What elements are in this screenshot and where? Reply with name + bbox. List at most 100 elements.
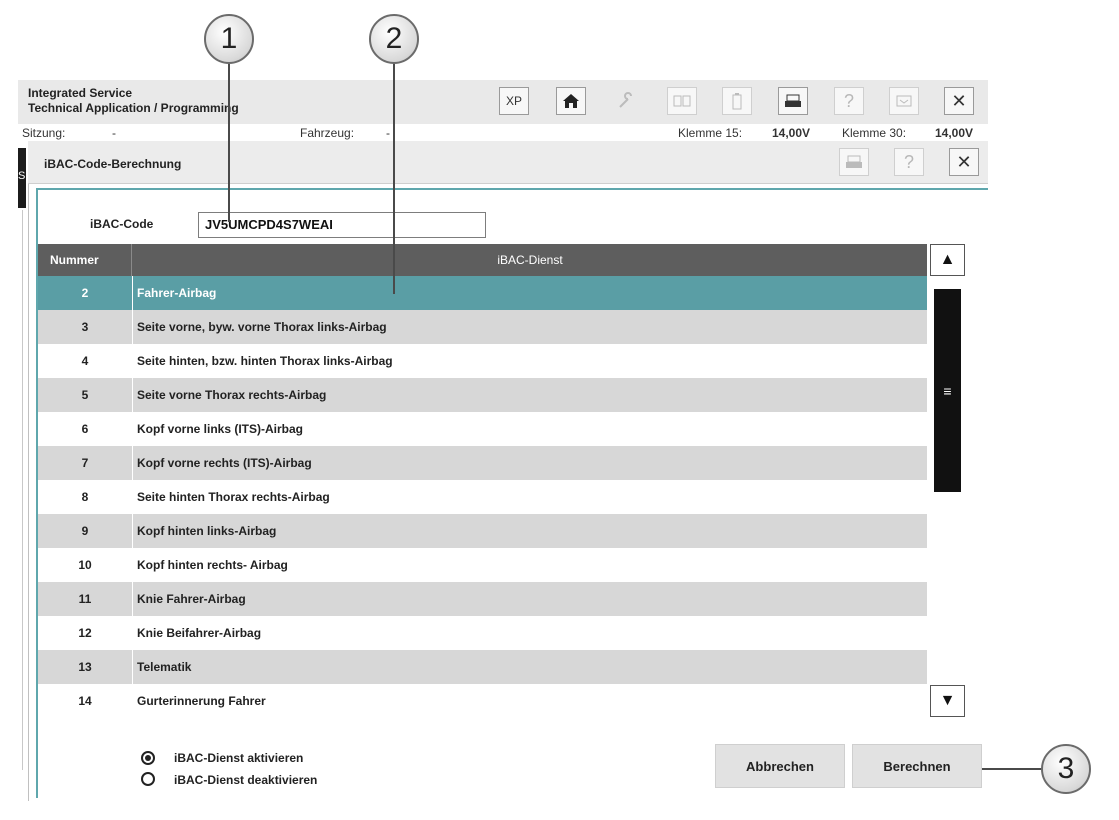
session-label: Sitzung: xyxy=(22,126,66,140)
row-service: Telematik xyxy=(137,660,192,674)
row-number: 14 xyxy=(38,684,133,718)
code-button[interactable] xyxy=(667,87,697,115)
table-row[interactable]: 8 Seite hinten Thorax rechts-Airbag xyxy=(38,480,927,514)
row-service: Seite hinten Thorax rechts-Airbag xyxy=(137,490,330,504)
dialog-help-button[interactable]: ? xyxy=(894,148,924,176)
table-row[interactable]: 12 Knie Beifahrer-Airbag xyxy=(38,616,927,650)
activate-radio-label[interactable]: iBAC-Dienst aktivieren xyxy=(174,751,303,765)
left-divider xyxy=(22,210,23,770)
column-header-number[interactable]: Nummer xyxy=(38,244,132,276)
ibac-service-table: Nummer iBAC-Dienst 2 Fahrer-Airbag 3 Sei… xyxy=(38,244,927,718)
session-value: - xyxy=(112,126,116,140)
row-number: 12 xyxy=(38,616,133,650)
grid-icon xyxy=(673,95,691,107)
printer-icon xyxy=(846,155,862,168)
close-icon: ✕ xyxy=(951,90,967,111)
scrollbar-thumb[interactable]: ≡ xyxy=(934,289,961,492)
table-row[interactable]: 9 Kopf hinten links-Airbag xyxy=(38,514,927,548)
help-button[interactable]: ? xyxy=(834,87,864,115)
app-title-line1: Integrated Service xyxy=(28,86,133,100)
row-service: Seite vorne Thorax rechts-Airbag xyxy=(137,388,327,402)
k15-value: 14,00V xyxy=(772,126,811,140)
table-row[interactable]: 2 Fahrer-Airbag xyxy=(38,276,927,310)
row-service: Gurterinnerung Fahrer xyxy=(137,694,266,708)
callout-2-leader xyxy=(393,62,395,294)
table-row[interactable]: 13 Telematik xyxy=(38,650,927,684)
wrench-button[interactable] xyxy=(611,87,641,115)
ibac-code-field[interactable]: JV5UMCPD4S7WEAI xyxy=(198,212,486,238)
grip-icon: ≡ xyxy=(943,382,952,399)
app-title-line2: Technical Application / Programming xyxy=(28,101,239,115)
callout-3: 3 xyxy=(1041,744,1091,794)
row-number: 11 xyxy=(38,582,133,616)
vehicle-label: Fahrzeug: xyxy=(300,126,355,140)
table-row[interactable]: 7 Kopf vorne rechts (ITS)-Airbag xyxy=(38,446,927,480)
row-number: 13 xyxy=(38,650,133,684)
table-row[interactable]: 3 Seite vorne, byw. vorne Thorax links-A… xyxy=(38,310,927,344)
row-number: 7 xyxy=(38,446,133,480)
row-service: Kopf vorne links (ITS)-Airbag xyxy=(137,422,304,436)
row-number: 8 xyxy=(38,480,133,514)
help-icon: ? xyxy=(843,90,854,111)
home-button[interactable] xyxy=(556,87,586,115)
row-number: 4 xyxy=(38,344,133,378)
table-row[interactable]: 14 Gurterinnerung Fahrer xyxy=(38,684,927,718)
minimize-icon xyxy=(896,95,912,107)
row-number: 6 xyxy=(38,412,133,446)
dialog-title: iBAC-Code-Berechnung xyxy=(44,157,182,171)
left-tab-label: S xyxy=(18,170,26,182)
deactivate-radio-label[interactable]: iBAC-Dienst deaktivieren xyxy=(174,773,317,787)
row-number: 3 xyxy=(38,310,133,344)
close-icon: ✕ xyxy=(956,151,972,172)
callout-2: 2 xyxy=(369,14,419,64)
app-close-button[interactable]: ✕ xyxy=(944,87,974,115)
arrow-down-icon: ▼ xyxy=(939,692,956,709)
help-icon: ? xyxy=(903,151,914,172)
row-number: 10 xyxy=(38,548,133,582)
ibac-code-label: iBAC-Code xyxy=(90,217,154,231)
deactivate-radio[interactable] xyxy=(141,772,155,786)
printer-icon xyxy=(785,94,801,107)
vehicle-value: - xyxy=(386,126,390,140)
table-header: Nummer iBAC-Dienst xyxy=(38,244,927,276)
wrench-icon xyxy=(619,92,632,108)
callout-1: 1 xyxy=(204,14,254,64)
table-row[interactable]: 4 Seite hinten, bzw. hinten Thorax links… xyxy=(38,344,927,378)
row-service: Kopf hinten links-Airbag xyxy=(137,524,277,538)
left-tab[interactable]: S xyxy=(18,148,26,208)
table-row[interactable]: 5 Seite vorne Thorax rechts-Airbag xyxy=(38,378,927,412)
activate-radio[interactable] xyxy=(141,751,155,765)
callout-1-leader xyxy=(228,62,230,222)
battery-icon xyxy=(732,93,742,110)
print-button[interactable] xyxy=(778,87,808,115)
row-service: Kopf vorne rechts (ITS)-Airbag xyxy=(137,456,312,470)
home-icon xyxy=(563,94,579,108)
callout-3-leader xyxy=(982,768,1042,770)
minimize-button[interactable] xyxy=(889,87,919,115)
device-button[interactable] xyxy=(722,87,752,115)
row-number: 2 xyxy=(38,276,133,310)
xp-button[interactable]: XP xyxy=(499,87,529,115)
row-service: Kopf hinten rechts- Airbag xyxy=(137,558,288,572)
row-number: 5 xyxy=(38,378,133,412)
dialog-close-button[interactable]: ✕ xyxy=(949,148,979,176)
k15-label: Klemme 15: xyxy=(678,126,743,140)
dialog-print-button[interactable] xyxy=(839,148,869,176)
app-title: Integrated Service Technical Application… xyxy=(28,86,239,116)
row-number: 9 xyxy=(38,514,133,548)
cancel-button[interactable]: Abbrechen xyxy=(715,744,845,788)
row-service: Knie Beifahrer-Airbag xyxy=(137,626,262,640)
scroll-down-button[interactable]: ▼ xyxy=(930,685,965,717)
xp-label: XP xyxy=(505,94,522,108)
scroll-up-button[interactable]: ▲ xyxy=(930,244,965,276)
row-service: Seite vorne, byw. vorne Thorax links-Air… xyxy=(137,320,387,334)
table-row[interactable]: 10 Kopf hinten rechts- Airbag xyxy=(38,548,927,582)
calculate-button[interactable]: Berechnen xyxy=(852,744,982,788)
table-row[interactable]: 6 Kopf vorne links (ITS)-Airbag xyxy=(38,412,927,446)
column-header-service[interactable]: iBAC-Dienst xyxy=(133,244,927,276)
table-row[interactable]: 11 Knie Fahrer-Airbag xyxy=(38,582,927,616)
row-service: Seite hinten, bzw. hinten Thorax links-A… xyxy=(137,354,393,368)
row-service: Knie Fahrer-Airbag xyxy=(137,592,246,606)
k30-label: Klemme 30: xyxy=(842,126,907,140)
arrow-up-icon: ▲ xyxy=(939,251,956,268)
